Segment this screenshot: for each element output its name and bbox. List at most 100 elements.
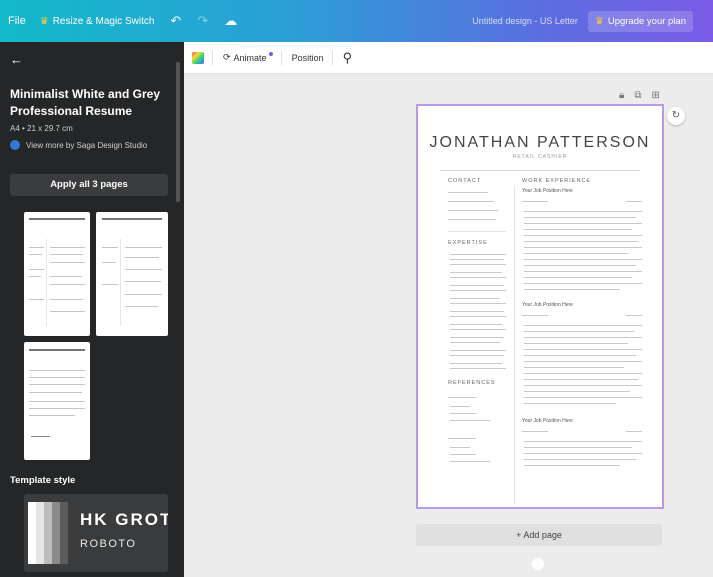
contact-line — [448, 201, 494, 202]
sidebar-scrollbar[interactable] — [176, 62, 180, 202]
duplicate-page-icon[interactable]: ⧉ — [634, 90, 641, 101]
lock-icon[interactable]: 🔒︎ — [619, 90, 624, 101]
thumb-line — [124, 269, 163, 271]
apply-all-pages-button[interactable]: Apply all 3 pages — [10, 174, 168, 196]
job-line — [524, 277, 632, 278]
job-line — [524, 391, 630, 392]
job-line — [524, 211, 642, 212]
thumb-line — [29, 254, 43, 256]
back-arrow-icon[interactable]: ← — [10, 52, 23, 67]
template-author-link[interactable]: View more by Saga Design Studio — [10, 140, 147, 150]
position-button[interactable]: Position — [292, 53, 324, 63]
expertise-line — [450, 272, 502, 273]
thumb-line — [50, 261, 85, 263]
job-position-1[interactable]: Your Job Position Here — [522, 188, 573, 194]
contact-line — [448, 210, 498, 211]
crown-icon: ♛ — [594, 15, 604, 27]
toolbar-divider — [331, 50, 333, 65]
thumb-header — [101, 218, 163, 221]
template-style-label: Template style — [10, 475, 76, 486]
expertise-line — [450, 342, 500, 343]
job-line — [524, 367, 624, 368]
job-line — [524, 403, 616, 404]
thumb-line — [29, 384, 85, 386]
page-thumbnail-2[interactable] — [96, 212, 168, 336]
redo-icon[interactable]: ↷ — [197, 13, 208, 29]
thumb-line — [124, 246, 163, 248]
thumb-divider — [46, 239, 48, 327]
resume-page[interactable]: JONATHAN PATTERSON RETAIL CASHIER CONTAC… — [416, 104, 664, 509]
job-line — [524, 349, 642, 350]
page-thumbnail-3[interactable] — [24, 342, 90, 460]
template-size: A4 • 21 x 29.7 cm — [10, 124, 73, 133]
job-position-2[interactable]: Your Job Position Here — [522, 302, 573, 308]
section-rule — [448, 231, 506, 232]
document-title[interactable]: Untitled design - US Letter — [472, 16, 578, 26]
thumb-line — [50, 311, 85, 313]
paint-format-icon[interactable]: ⚲ — [343, 50, 353, 66]
resume-name[interactable]: JONATHAN PATTERSON — [418, 134, 662, 152]
cloud-sync-icon[interactable]: ☁ — [224, 13, 237, 29]
file-menu[interactable]: File — [8, 15, 26, 27]
job-line — [524, 259, 642, 260]
thumb-line — [50, 283, 85, 285]
job-position-3[interactable]: Your Job Position Here — [522, 418, 573, 424]
color-picker-icon[interactable] — [192, 51, 204, 64]
scroll-down-icon[interactable] — [532, 558, 544, 570]
job-line — [524, 379, 638, 380]
expertise-line — [450, 337, 504, 338]
expertise-heading[interactable]: EXPERTISE — [448, 240, 488, 246]
job-line — [524, 253, 628, 254]
thumb-line — [29, 298, 44, 300]
contact-heading[interactable]: CONTACT — [448, 178, 481, 184]
expertise-line — [450, 254, 506, 255]
references-heading[interactable]: REFERENCES — [448, 380, 496, 386]
expertise-line — [450, 363, 502, 364]
experience-heading[interactable]: WORK EXPERIENCE — [522, 178, 591, 184]
job-line — [524, 247, 642, 248]
thumb-line — [124, 281, 161, 283]
job-line — [524, 361, 642, 362]
template-style-card[interactable]: HK GROTE ROBOTO — [24, 494, 168, 572]
resize-button[interactable]: ♛ Resize & Magic Switch — [40, 16, 155, 27]
job-line — [524, 385, 642, 386]
job-line — [524, 447, 632, 448]
animate-button[interactable]: ⟳ Animate — [223, 51, 273, 63]
job-line — [524, 453, 642, 454]
page-tools: 🔒︎ ⧉ ⊞ — [619, 90, 660, 101]
job-line — [524, 271, 642, 272]
thumb-header — [29, 349, 85, 352]
reference-line — [450, 413, 476, 414]
resume-column-divider — [514, 186, 515, 504]
crown-icon: ♛ — [39, 15, 49, 27]
add-page-icon[interactable]: ⊞ — [651, 90, 659, 101]
expertise-line — [450, 355, 504, 356]
refresh-icon[interactable]: ↻ — [667, 107, 685, 125]
thumb-line — [101, 283, 118, 285]
job-line — [524, 337, 642, 338]
job-line — [524, 223, 642, 224]
expertise-line — [450, 259, 504, 260]
upgrade-button[interactable]: ♛ Upgrade your plan — [587, 10, 693, 32]
job-line — [626, 431, 642, 432]
page-thumbnail-1[interactable] — [24, 212, 90, 336]
job-line — [524, 459, 636, 460]
job-line — [524, 217, 636, 218]
job-line — [626, 201, 642, 202]
color-swatch — [44, 502, 52, 564]
thumb-line — [124, 293, 163, 295]
add-page-button[interactable]: + Add page — [416, 524, 662, 546]
job-line — [524, 265, 636, 266]
job-line — [524, 283, 642, 284]
thumb-line — [29, 415, 76, 417]
undo-icon[interactable]: ↶ — [170, 13, 181, 29]
top-bar: File ♛ Resize & Magic Switch ↶ ↷ ☁ Untit… — [0, 0, 713, 42]
animate-label: Animate — [233, 52, 267, 63]
job-line — [524, 373, 642, 374]
thumb-line — [29, 276, 42, 278]
thumb-line — [29, 246, 44, 248]
color-swatch — [28, 502, 36, 564]
resume-role[interactable]: RETAIL CASHIER — [418, 154, 662, 160]
job-line — [524, 397, 642, 398]
thumb-line — [50, 254, 84, 256]
